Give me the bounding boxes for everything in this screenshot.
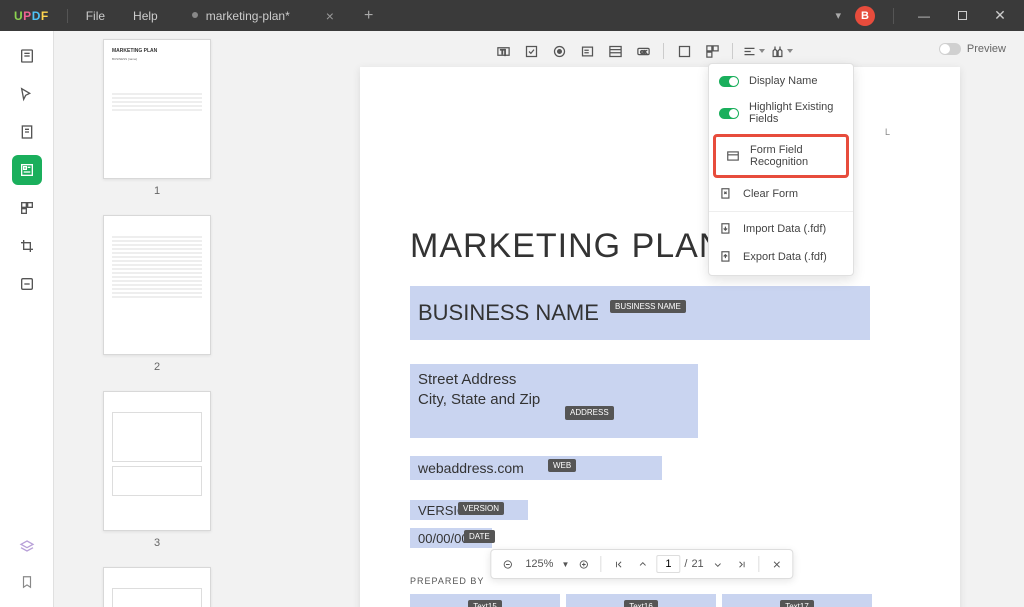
field-label: DATE [464, 530, 495, 543]
user-avatar[interactable]: B [855, 6, 875, 26]
svg-text:T|: T| [500, 49, 506, 56]
thumbnail-number: 2 [154, 361, 160, 373]
redact-tool-icon[interactable] [12, 269, 42, 299]
button-tool-icon[interactable]: OK [629, 39, 657, 63]
toggle-on-icon [719, 108, 739, 119]
import-icon [719, 222, 733, 236]
signature-tool-icon[interactable] [670, 39, 698, 63]
form-field-recognition-item[interactable]: Form Field Recognition [716, 137, 846, 175]
text-field-tool-icon[interactable]: T| [489, 39, 517, 63]
form-tools-menu-icon[interactable] [767, 39, 795, 63]
close-bar-button[interactable] [767, 554, 787, 574]
app-logo: UPDF [0, 9, 63, 23]
form-tools-dropdown: Display Name Highlight Existing Fields F… [708, 63, 854, 276]
file-menu[interactable]: File [72, 9, 119, 23]
tab-title: marketing-plan* [206, 9, 290, 23]
minimize-button[interactable]: — [912, 9, 936, 23]
page-thumbnail-1[interactable]: MARKETING PLAN BUSINESS [name] [103, 39, 211, 179]
navigation-bar: 125% ▼ / 21 [490, 549, 793, 579]
text16-field[interactable]: Text16 [566, 594, 716, 607]
layers-icon[interactable] [19, 539, 35, 560]
crop-tool-icon[interactable] [12, 231, 42, 261]
bookmark-icon[interactable] [20, 574, 34, 595]
prev-page-button[interactable] [632, 554, 652, 574]
date-field[interactable]: 00/00/00 DATE [410, 528, 492, 548]
comment-tool-icon[interactable] [12, 79, 42, 109]
field-label: BUSINESS NAME [610, 300, 686, 313]
document-canvas: T| OK Preview L MARKETING PLAN BUSINESS … [260, 31, 1024, 607]
export-data-item[interactable]: Export Data (.fdf) [709, 243, 853, 271]
document-tab[interactable]: marketing-plan* × [182, 0, 346, 31]
export-icon [719, 250, 733, 264]
page-total: 21 [691, 558, 703, 570]
page-input[interactable] [656, 555, 680, 573]
close-tab-icon[interactable]: × [326, 8, 334, 24]
version-field[interactable]: VERSION 0 VERSION [410, 500, 528, 520]
listbox-tool-icon[interactable] [601, 39, 629, 63]
add-tab-button[interactable]: + [364, 7, 373, 25]
zoom-in-button[interactable] [573, 554, 593, 574]
clear-form-icon [719, 187, 733, 201]
page-thumbnail-3[interactable] [103, 391, 211, 531]
edit-tool-icon[interactable] [12, 117, 42, 147]
form-toolbar: T| OK [260, 39, 1024, 63]
page-thumbnail-4[interactable] [103, 567, 211, 607]
first-page-button[interactable] [608, 554, 628, 574]
display-name-toggle[interactable]: Display Name [709, 68, 853, 94]
field-label: ADDRESS [565, 406, 614, 420]
clear-form-item[interactable]: Clear Form [709, 180, 853, 208]
radio-tool-icon[interactable] [545, 39, 573, 63]
titlebar: UPDF File Help marketing-plan* × + ▾ B —… [0, 0, 1024, 31]
preview-toggle[interactable]: Preview [939, 43, 1006, 55]
reader-tool-icon[interactable] [12, 41, 42, 71]
close-window-button[interactable]: ✕ [988, 7, 1012, 24]
highlight-fields-toggle[interactable]: Highlight Existing Fields [709, 94, 853, 132]
left-toolbar [0, 31, 54, 607]
text15-field[interactable]: Text15 [410, 594, 560, 607]
thumbnail-number: 3 [154, 537, 160, 549]
page-header-text: L [885, 127, 892, 137]
svg-text:OK: OK [640, 49, 646, 54]
organize-tool-icon[interactable] [12, 193, 42, 223]
thumbnail-number: 1 [154, 185, 160, 197]
text17-field[interactable]: Text17 [722, 594, 872, 607]
address-field[interactable]: Street Address City, State and Zip ADDRE… [410, 364, 698, 438]
thumbnail-panel: MARKETING PLAN BUSINESS [name] 1 2 3 [54, 31, 260, 607]
help-menu[interactable]: Help [119, 9, 172, 23]
toggle-switch-icon[interactable] [939, 43, 961, 55]
toggle-on-icon [719, 76, 739, 87]
form-tool-icon[interactable] [12, 155, 42, 185]
checkbox-tool-icon[interactable] [517, 39, 545, 63]
field-label: WEB [548, 459, 576, 472]
zoom-out-button[interactable] [497, 554, 517, 574]
chevron-down-icon[interactable]: ▾ [835, 9, 841, 22]
business-name-field[interactable]: BUSINESS NAME BUSINESS NAME [410, 286, 870, 340]
maximize-button[interactable] [950, 9, 974, 23]
next-page-button[interactable] [708, 554, 728, 574]
last-page-button[interactable] [732, 554, 752, 574]
web-field[interactable]: webaddress.com WEB [410, 456, 662, 480]
import-data-item[interactable]: Import Data (.fdf) [709, 215, 853, 243]
align-tool-icon[interactable] [739, 39, 767, 63]
dropdown-tool-icon[interactable] [573, 39, 601, 63]
document-page: L MARKETING PLAN BUSINESS NAME BUSINESS … [360, 67, 960, 607]
page-thumbnail-2[interactable] [103, 215, 211, 355]
form-recognition-icon [726, 149, 740, 163]
field-label: VERSION [458, 502, 504, 515]
image-tool-icon[interactable] [698, 39, 726, 63]
zoom-level: 125% [521, 558, 557, 570]
zoom-dropdown-icon[interactable]: ▼ [561, 560, 569, 569]
